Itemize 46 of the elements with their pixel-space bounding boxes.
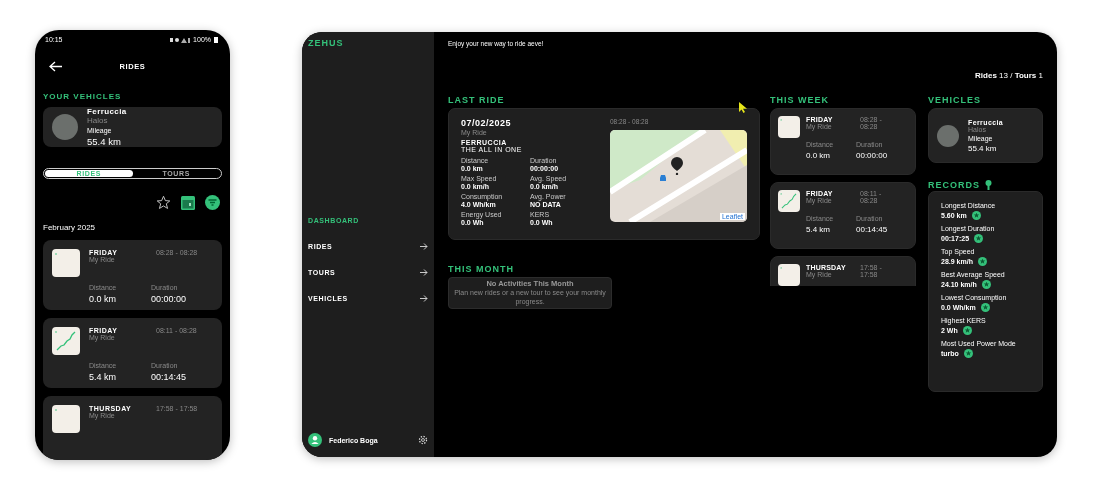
back-icon[interactable] <box>49 61 63 72</box>
section-heading: THIS WEEK <box>770 95 830 107</box>
vehicle-name: Ferruccia <box>87 107 127 116</box>
avatar-icon[interactable] <box>308 433 322 447</box>
calendar-icon[interactable] <box>181 195 195 210</box>
photo-placeholder <box>937 124 959 147</box>
last-ride-card[interactable] <box>448 108 760 240</box>
star-icon[interactable] <box>156 195 171 210</box>
stat-value: 0.0 km <box>806 151 831 160</box>
status-icons-drawing <box>170 36 191 43</box>
star-badge-icon <box>980 303 990 312</box>
stat-value: 00:00:00 <box>856 151 889 160</box>
star-badge-icon <box>981 280 991 289</box>
filter-icon[interactable] <box>205 195 220 210</box>
section-heading: LAST RIDE <box>448 95 506 107</box>
arrow-right-icon <box>420 268 428 276</box>
section-heading: THIS MONTH <box>448 264 515 276</box>
map-pin-icon <box>671 157 683 175</box>
stat-value: 5.4 km <box>89 372 117 382</box>
section-heading: RECORDS <box>928 180 980 190</box>
star-badge-icon <box>977 257 987 266</box>
settings-icon[interactable] <box>418 435 428 445</box>
stat-value: 0.0 km <box>89 294 117 304</box>
stat-value: 00:14:45 <box>151 372 188 382</box>
battery-icon <box>214 36 218 43</box>
car-icon <box>659 175 667 181</box>
star-badge-icon <box>963 349 973 358</box>
photo-placeholder <box>52 114 78 140</box>
star-badge-icon <box>962 326 972 335</box>
vehicle-model: Halos <box>87 116 109 125</box>
arrow-right-icon <box>420 294 428 302</box>
section-heading: YOUR VEHICLES <box>43 92 123 101</box>
stat-value: 00:14:45 <box>856 225 889 234</box>
cursor-icon <box>739 102 747 113</box>
section-heading: VEHICLES <box>928 95 982 107</box>
arrow-right-icon <box>420 242 428 250</box>
ride-date: 07/02/2025 <box>461 118 513 128</box>
logo: ZEHUS <box>308 38 345 48</box>
mileage-value: 55.4 km <box>87 136 122 147</box>
stat-value: 5.4 km <box>806 225 831 234</box>
star-badge-icon <box>974 234 984 243</box>
star-badge-icon <box>971 211 981 220</box>
stat-value: 00:00:00 <box>151 294 188 304</box>
ride-counts: Rides 13 / Tours 1 <box>974 71 1043 80</box>
mileage-value: 55.4 km <box>968 143 998 153</box>
month-heading: February 2025 <box>42 222 97 234</box>
